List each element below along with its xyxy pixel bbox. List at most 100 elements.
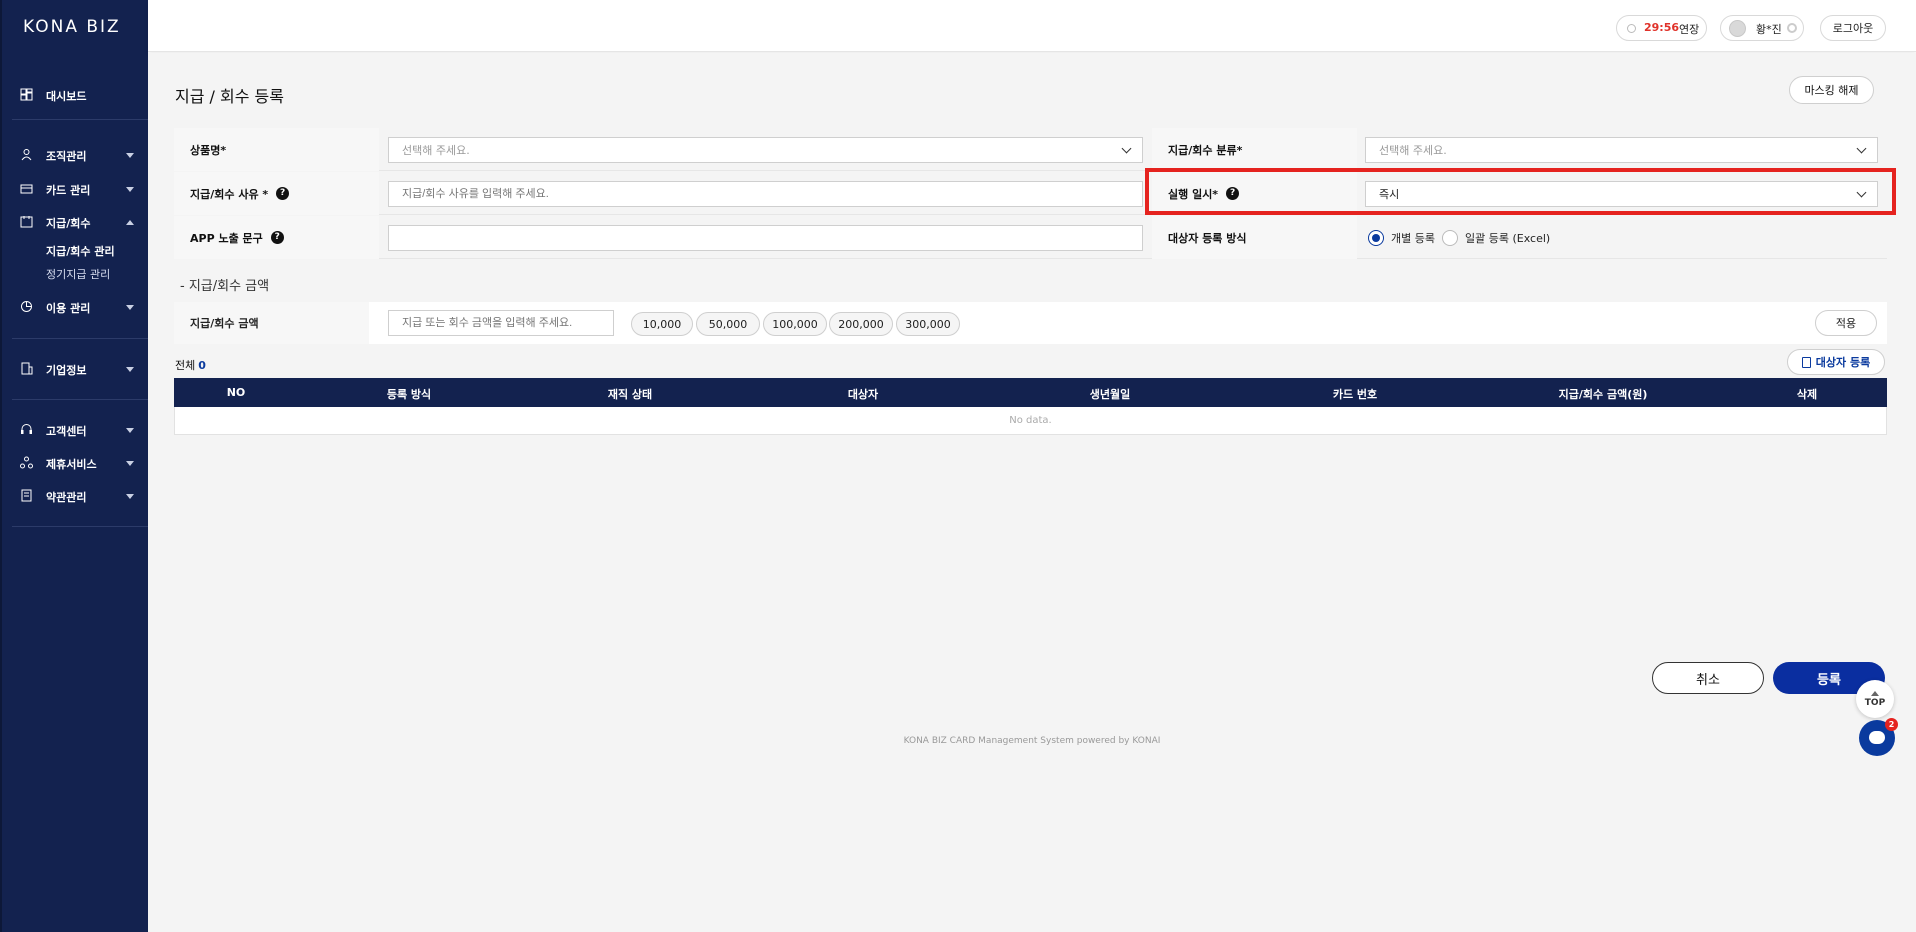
column-header-reg-method[interactable]: 등록 방식: [387, 386, 431, 402]
cancel-button[interactable]: 취소: [1652, 662, 1764, 694]
column-header-card-number[interactable]: 카드 번호: [1333, 386, 1377, 402]
column-header-target[interactable]: 대상자: [848, 386, 878, 402]
total-label: 전체: [175, 359, 196, 372]
app-text-label-text: APP 노출 문구: [190, 231, 263, 245]
amount-chip-50000[interactable]: 50,000: [696, 312, 760, 336]
app-logo[interactable]: KONA BIZ: [23, 17, 121, 37]
app-text-input[interactable]: [388, 225, 1143, 251]
product-label: 상품명*: [174, 128, 379, 171]
help-icon[interactable]: ?: [270, 231, 284, 244]
usage-icon: [21, 301, 32, 312]
sidebar-item-company[interactable]: 기업정보: [2, 358, 148, 380]
sidebar-item-label: 조직관리: [46, 150, 87, 163]
form-row: APP 노출 문구? 대상자 등록 방식 개별 등록 일괄 등록 (Excel): [174, 216, 1887, 259]
arrow-up-icon: [1871, 690, 1879, 696]
amount-label-text: 지급/회수 금액: [190, 317, 259, 330]
category-select-value: 선택해 주세요.: [1379, 144, 1447, 157]
avatar: [1729, 20, 1746, 37]
app-text-label: APP 노출 문구?: [174, 216, 379, 259]
chevron-down-icon: [1856, 187, 1867, 198]
reason-label-text: 지급/회수 사유 *: [190, 187, 269, 201]
product-select[interactable]: 선택해 주세요.: [388, 137, 1143, 163]
register-target-label: 대상자 등록: [1815, 356, 1871, 369]
radio-bulk[interactable]: 일괄 등록 (Excel): [1442, 230, 1550, 246]
radio-checked-icon: [1368, 230, 1384, 246]
org-icon: [21, 149, 32, 161]
chevron-down-icon: [126, 494, 134, 499]
amount-chip-10000[interactable]: 10,000: [631, 312, 693, 336]
exec-time-label: 실행 일시*?: [1152, 172, 1357, 215]
reason-input[interactable]: [388, 181, 1143, 207]
sidebar-item-label: 제휴서비스: [46, 458, 97, 471]
logout-button[interactable]: 로그아웃: [1820, 15, 1886, 41]
session-timer: 29:56 연장: [1616, 15, 1707, 41]
column-header-no[interactable]: NO: [227, 386, 246, 399]
top-header: 29:56 연장 황*진 로그아웃: [148, 0, 1916, 52]
chevron-down-icon: [1856, 143, 1867, 154]
document-icon: [1801, 356, 1811, 368]
amount-label: 지급/회수 금액: [174, 302, 369, 344]
footer-text: KONA BIZ CARD Management System powered …: [903, 736, 1161, 746]
chevron-down-icon: [126, 428, 134, 433]
chevron-down-icon: [1121, 143, 1132, 154]
chevron-down-icon: [126, 305, 134, 310]
column-header-employment[interactable]: 재직 상태: [608, 386, 652, 402]
sidebar-item-label: 대시보드: [46, 90, 87, 103]
terms-icon: [21, 489, 32, 502]
apply-button[interactable]: 적용: [1815, 310, 1877, 336]
page-title: 지급 / 회수 등록: [175, 87, 284, 106]
column-header-amount[interactable]: 지급/회수 금액(원): [1559, 386, 1648, 402]
headset-icon: [21, 424, 32, 434]
total-count: 전체 0: [175, 357, 206, 373]
sidebar-item-dashboard[interactable]: 대시보드: [2, 84, 148, 106]
sidebar-divider: [12, 399, 148, 400]
product-select-value: 선택해 주세요.: [402, 144, 470, 157]
exec-time-label-text: 실행 일시*: [1168, 187, 1219, 201]
sidebar-subitem-payment-manage[interactable]: 지급/회수 관리: [46, 243, 115, 259]
user-menu[interactable]: 황*진: [1720, 15, 1804, 41]
sidebar-item-support[interactable]: 고객센터: [2, 419, 148, 441]
sidebar-item-label: 고객센터: [46, 425, 87, 438]
amount-chip-300000[interactable]: 300,000: [896, 312, 960, 336]
unmask-button[interactable]: 마스킹 해제: [1789, 76, 1874, 104]
sidebar-item-label: 이용 관리: [46, 302, 91, 315]
sidebar-item-partner[interactable]: 제휴서비스: [2, 452, 148, 474]
chevron-down-icon: [126, 461, 134, 466]
sidebar-item-org[interactable]: 조직관리: [2, 144, 148, 166]
dashboard-icon: [20, 88, 33, 101]
column-header-delete[interactable]: 삭제: [1797, 386, 1817, 402]
amount-input[interactable]: [388, 310, 614, 336]
sidebar-item-usage[interactable]: 이용 관리: [2, 296, 148, 318]
radio-individual[interactable]: 개별 등록: [1368, 230, 1435, 246]
chevron-down-icon: [126, 367, 134, 372]
reason-label: 지급/회수 사유 *?: [174, 172, 379, 215]
main-content: 지급 / 회수 등록 마스킹 해제 상품명* 선택해 주세요. 지급/회수 분류…: [148, 53, 1916, 932]
sidebar: KONA BIZ 대시보드 조직관리 카드 관리 지급/회수 지급/회수 관리 …: [0, 0, 148, 932]
radio-unchecked-icon: [1442, 230, 1458, 246]
sidebar-item-payment[interactable]: 지급/회수: [2, 211, 148, 233]
exec-time-select[interactable]: 즉시: [1365, 181, 1878, 207]
column-header-birthdate[interactable]: 생년월일: [1090, 386, 1130, 402]
clock-icon: [1627, 24, 1636, 33]
scroll-top-label: TOP: [1864, 697, 1886, 708]
product-label-text: 상품명*: [190, 143, 227, 157]
category-select[interactable]: 선택해 주세요.: [1365, 137, 1878, 163]
total-number: 0: [198, 359, 206, 372]
sidebar-subitem-regular-payment[interactable]: 정기지급 관리: [46, 266, 110, 282]
gear-icon[interactable]: [1787, 23, 1797, 33]
sidebar-item-label: 기업정보: [46, 364, 87, 377]
sidebar-item-terms[interactable]: 약관관리: [2, 485, 148, 507]
chevron-down-icon: [126, 153, 134, 158]
extend-session-button[interactable]: 연장: [1679, 21, 1699, 37]
card-icon: [20, 184, 33, 194]
help-icon[interactable]: ?: [1226, 187, 1240, 200]
session-time: 29:56: [1644, 21, 1680, 34]
amount-chip-100000[interactable]: 100,000: [763, 312, 827, 336]
amount-chip-200000[interactable]: 200,000: [829, 312, 893, 336]
register-target-button[interactable]: 대상자 등록: [1787, 349, 1885, 375]
scroll-top-button[interactable]: TOP: [1856, 680, 1894, 718]
sidebar-item-card[interactable]: 카드 관리: [2, 178, 148, 200]
category-label-text: 지급/회수 분류*: [1168, 143, 1243, 157]
form-row: 상품명* 선택해 주세요. 지급/회수 분류* 선택해 주세요.: [174, 128, 1887, 171]
help-icon[interactable]: ?: [276, 187, 290, 200]
